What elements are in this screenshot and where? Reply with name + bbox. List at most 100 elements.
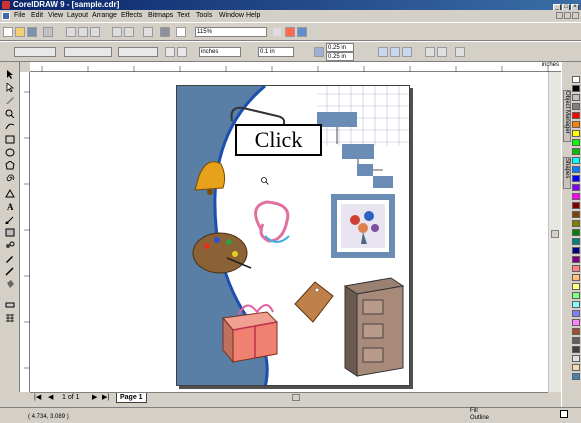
palette-swatch[interactable]	[572, 292, 580, 299]
palette-swatch[interactable]	[572, 265, 580, 272]
docker-tab-object-manager[interactable]: Object Manager	[563, 90, 571, 142]
palette-swatch[interactable]	[572, 346, 580, 353]
eyedropper-tool-icon[interactable]	[5, 254, 15, 263]
pick-tool-icon[interactable]	[5, 70, 15, 79]
knife-tool-icon[interactable]	[5, 96, 15, 105]
menu-help[interactable]: Help	[246, 10, 260, 22]
palette-swatch[interactable]	[572, 157, 580, 164]
last-page-button[interactable]: ▶|	[102, 393, 109, 402]
paper-height-field[interactable]	[118, 47, 158, 57]
paper-width-field[interactable]	[64, 47, 112, 57]
menu-layout[interactable]: Layout	[67, 10, 88, 22]
menu-file[interactable]: File	[14, 10, 25, 22]
doc-restore-button[interactable]	[564, 12, 571, 19]
table-tool-icon[interactable]	[5, 313, 15, 322]
palette-swatch[interactable]	[572, 103, 580, 110]
palette-swatch[interactable]	[572, 274, 580, 281]
print-icon[interactable]	[43, 27, 53, 37]
menu-tools[interactable]: Tools	[196, 10, 212, 22]
palette-swatch[interactable]	[572, 337, 580, 344]
next-page-button[interactable]: ▶	[92, 393, 97, 402]
menu-edit[interactable]: Edit	[31, 10, 43, 22]
palette-swatch[interactable]	[572, 184, 580, 191]
horizontal-ruler[interactable]: inches	[30, 62, 561, 72]
document-icon[interactable]	[2, 12, 10, 20]
palette-swatch[interactable]	[572, 319, 580, 326]
snap-to-grid-icon[interactable]	[378, 47, 388, 57]
copy-icon[interactable]	[78, 27, 88, 37]
palette-swatch[interactable]	[572, 301, 580, 308]
palette-swatch[interactable]	[572, 112, 580, 119]
palette-swatch[interactable]	[572, 148, 580, 155]
units-select[interactable]: inches	[199, 47, 241, 57]
duplicate-x-field[interactable]: 0.25 in	[326, 43, 354, 52]
fill-tool-icon[interactable]	[5, 280, 15, 289]
nudge-spinner-icon[interactable]	[297, 47, 307, 57]
paste-icon[interactable]	[90, 27, 100, 37]
palette-swatch[interactable]	[572, 211, 580, 218]
palette-swatch[interactable]	[572, 166, 580, 173]
palette-swatch[interactable]	[572, 247, 580, 254]
palette-swatch[interactable]	[572, 139, 580, 146]
previous-page-button[interactable]: ◀	[48, 393, 53, 402]
zoom-levels-select[interactable]: 115%	[195, 27, 267, 37]
palette-swatch[interactable]	[572, 94, 580, 101]
palette-swatch[interactable]	[572, 328, 580, 335]
basic-shapes-tool-icon[interactable]	[5, 189, 15, 198]
vertical-scroll-thumb[interactable]	[551, 230, 559, 238]
palette-swatch[interactable]	[572, 121, 580, 128]
palette-swatch[interactable]	[572, 364, 580, 371]
snap-to-objects-icon[interactable]	[402, 47, 412, 57]
palette-swatch[interactable]	[572, 256, 580, 263]
palette-swatch[interactable]	[572, 355, 580, 362]
interactive-transparency-tool-icon[interactable]	[5, 228, 15, 237]
new-icon[interactable]	[3, 27, 13, 37]
corel-tutor-icon[interactable]	[285, 27, 295, 37]
menu-text[interactable]: Text	[177, 10, 190, 22]
menu-bitmaps[interactable]: Bitmaps	[148, 10, 173, 22]
vertical-ruler[interactable]	[20, 72, 30, 392]
snap-to-guidelines-icon[interactable]	[390, 47, 400, 57]
treat-as-filled-icon[interactable]	[425, 47, 435, 57]
vertical-scrollbar[interactable]	[548, 72, 561, 392]
export-icon[interactable]	[160, 27, 170, 37]
duplicate-y-field[interactable]: 0.25 in	[326, 52, 354, 61]
import-icon[interactable]	[143, 27, 153, 37]
spiral-tool-icon[interactable]	[5, 174, 15, 183]
first-page-button[interactable]: |◀	[34, 393, 41, 402]
text-tool-icon[interactable]: A	[5, 202, 15, 211]
open-icon[interactable]	[15, 27, 25, 37]
eraser-tool-icon[interactable]	[5, 300, 15, 309]
palette-swatch[interactable]	[572, 175, 580, 182]
menu-effects[interactable]: Effects	[121, 10, 142, 22]
doc-minimize-button[interactable]	[556, 12, 563, 19]
drawing-window[interactable]: Click	[30, 72, 548, 392]
portrait-icon[interactable]	[165, 47, 175, 57]
palette-swatch[interactable]	[572, 76, 580, 83]
palette-swatch[interactable]	[572, 193, 580, 200]
paper-type-select[interactable]	[14, 47, 56, 57]
doc-close-button[interactable]	[572, 12, 579, 19]
draw-objects-filled-icon[interactable]	[437, 47, 447, 57]
nudge-offset-field[interactable]: 0.1 in	[258, 47, 294, 57]
application-launcher-icon[interactable]	[176, 27, 186, 37]
palette-swatch[interactable]	[572, 283, 580, 290]
undo-icon[interactable]	[112, 27, 122, 37]
interactive-fill-tool-icon[interactable]	[5, 215, 15, 224]
save-icon[interactable]	[27, 27, 37, 37]
menu-arrange[interactable]: Arrange	[92, 10, 117, 22]
ellipse-tool-icon[interactable]	[5, 148, 15, 157]
palette-swatch[interactable]	[572, 238, 580, 245]
palette-swatch[interactable]	[572, 310, 580, 317]
palette-swatch[interactable]	[572, 85, 580, 92]
palette-swatch[interactable]	[572, 220, 580, 227]
shape-tool-icon[interactable]	[5, 83, 15, 92]
freehand-tool-icon[interactable]	[5, 122, 15, 131]
palette-swatch[interactable]	[572, 130, 580, 137]
zoom-dropdown-arrow-icon[interactable]	[272, 27, 282, 37]
horizontal-scroll-thumb[interactable]	[292, 394, 300, 401]
palette-swatch[interactable]	[572, 373, 580, 380]
rectangle-tool-icon[interactable]	[5, 135, 15, 144]
whats-this-icon[interactable]	[297, 27, 307, 37]
fill-color-swatch[interactable]	[560, 410, 568, 418]
